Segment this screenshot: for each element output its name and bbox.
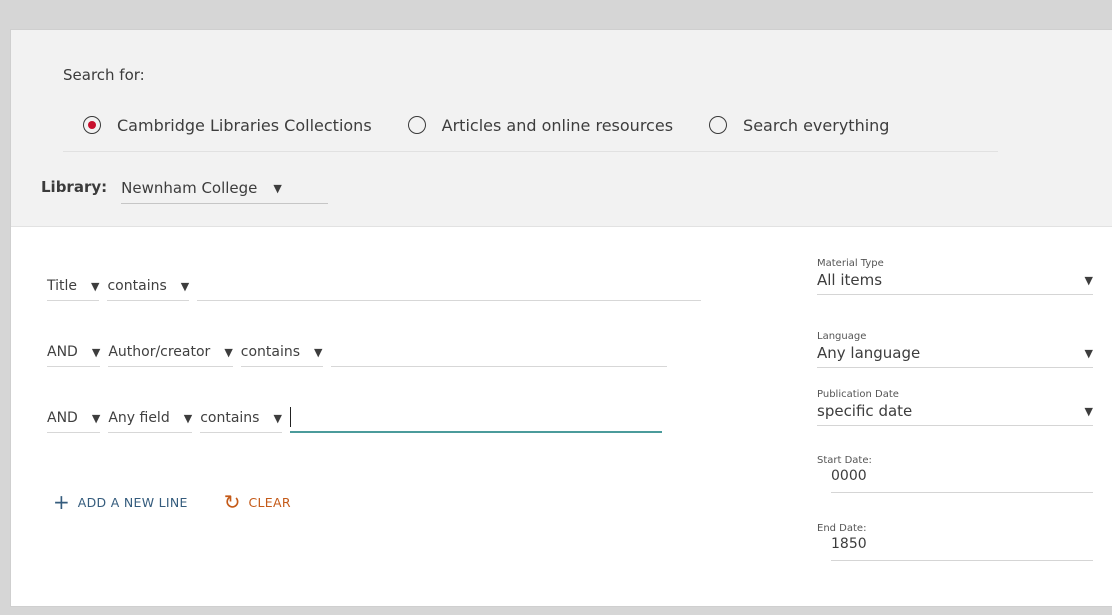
condition-select-value: contains — [107, 278, 167, 294]
language-filter: Language Any language ▼ — [817, 331, 1093, 368]
end-date-input[interactable]: 1850 — [831, 534, 1093, 561]
query-line-2: AND ▼ Author/creator ▼ contains ▼ — [47, 333, 667, 367]
caret-down-icon: ▼ — [183, 411, 193, 425]
publication-date-select[interactable]: specific date ▼ — [817, 402, 1093, 426]
add-line-button[interactable]: + ADD A NEW LINE — [53, 490, 188, 514]
material-type-filter: Material Type All items ▼ — [817, 258, 1093, 295]
field-select-value: Author/creator — [108, 344, 211, 360]
library-row: Library: Newnham College ▼ — [41, 170, 329, 204]
caret-down-icon: ▼ — [91, 345, 101, 359]
library-select-value: Newnham College — [121, 179, 258, 197]
add-line-label: ADD A NEW LINE — [77, 494, 188, 510]
condition-select[interactable]: contains ▼ — [200, 410, 282, 433]
material-type-caption: Material Type — [817, 258, 884, 269]
radio-unselected-icon[interactable] — [709, 116, 728, 134]
language-caption: Language — [817, 331, 867, 342]
scope-option-everything[interactable]: Search everything — [709, 116, 889, 135]
scope-option-articles[interactable]: Articles and online resources — [407, 115, 674, 135]
operator-select-value: AND — [47, 344, 78, 360]
start-date-input[interactable]: 0000 — [831, 466, 1093, 493]
start-date-filter: Start Date: 0000 — [817, 455, 1093, 493]
search-scope-section: Search for: Cambridge Libraries Collecti… — [11, 30, 1112, 227]
condition-select-value: contains — [200, 410, 260, 426]
clear-button[interactable]: ↻ CLEAR — [224, 490, 291, 514]
caret-down-icon: ▼ — [273, 181, 282, 195]
caret-down-icon: ▼ — [1084, 273, 1093, 287]
material-type-select[interactable]: All items ▼ — [817, 271, 1093, 295]
condition-select-value: contains — [240, 344, 301, 360]
clear-label: CLEAR — [248, 494, 291, 510]
caret-down-icon: ▼ — [314, 345, 323, 359]
field-select[interactable]: Any field ▼ — [108, 410, 193, 433]
field-select-value: Title — [47, 278, 78, 294]
condition-select[interactable]: contains ▼ — [240, 344, 323, 367]
search-for-label: Search for: — [63, 66, 145, 84]
field-select-value: Any field — [108, 410, 170, 426]
plus-icon: + — [53, 490, 70, 514]
end-date-caption: End Date: — [817, 523, 867, 534]
material-type-value: All items — [817, 271, 883, 289]
publication-date-filter: Publication Date specific date ▼ — [817, 389, 1093, 426]
operator-select-value: AND — [47, 410, 78, 426]
caret-down-icon: ▼ — [91, 279, 100, 293]
language-value: Any language — [817, 344, 921, 362]
library-label: Library: — [41, 178, 108, 196]
refresh-icon: ↻ — [223, 490, 241, 514]
library-select[interactable]: Newnham College ▼ — [121, 179, 329, 204]
field-select[interactable]: Author/creator ▼ — [108, 344, 233, 367]
advanced-search-panel: Search for: Cambridge Libraries Collecti… — [10, 29, 1112, 607]
radio-selected-icon[interactable] — [83, 116, 101, 134]
condition-select[interactable]: contains ▼ — [107, 278, 190, 301]
caret-down-icon: ▼ — [91, 411, 101, 425]
query-input[interactable] — [197, 273, 702, 301]
scope-radio-group: Cambridge Libraries Collections Articles… — [83, 110, 925, 140]
scope-label: Search everything — [743, 115, 890, 135]
caret-down-icon: ▼ — [1084, 404, 1093, 418]
scope-option-cambridge-libraries[interactable]: Cambridge Libraries Collections — [83, 116, 372, 135]
publication-date-value: specific date — [817, 402, 913, 420]
query-line-3: AND ▼ Any field ▼ contains ▼ — [47, 399, 662, 433]
query-actions: + ADD A NEW LINE ↻ CLEAR — [53, 490, 327, 514]
radio-unselected-icon[interactable] — [407, 116, 426, 134]
scope-label: Articles and online resources — [441, 115, 674, 135]
caret-down-icon: ▼ — [273, 411, 282, 425]
operator-select[interactable]: AND ▼ — [47, 410, 101, 433]
query-input[interactable] — [289, 405, 662, 433]
query-line-1: Title ▼ contains ▼ — [47, 267, 702, 301]
text-cursor — [289, 407, 291, 427]
query-input[interactable] — [330, 339, 667, 367]
field-select[interactable]: Title ▼ — [47, 278, 100, 301]
operator-select[interactable]: AND ▼ — [47, 344, 101, 367]
end-date-filter: End Date: 1850 — [817, 523, 1093, 561]
caret-down-icon: ▼ — [1084, 346, 1093, 360]
publication-date-caption: Publication Date — [817, 389, 899, 400]
scope-label: Cambridge Libraries Collections — [117, 115, 372, 135]
divider — [63, 151, 998, 152]
caret-down-icon: ▼ — [180, 279, 190, 293]
query-input-wrap — [289, 405, 662, 433]
start-date-caption: Start Date: — [817, 455, 872, 466]
caret-down-icon: ▼ — [224, 345, 233, 359]
language-select[interactable]: Any language ▼ — [817, 344, 1093, 368]
